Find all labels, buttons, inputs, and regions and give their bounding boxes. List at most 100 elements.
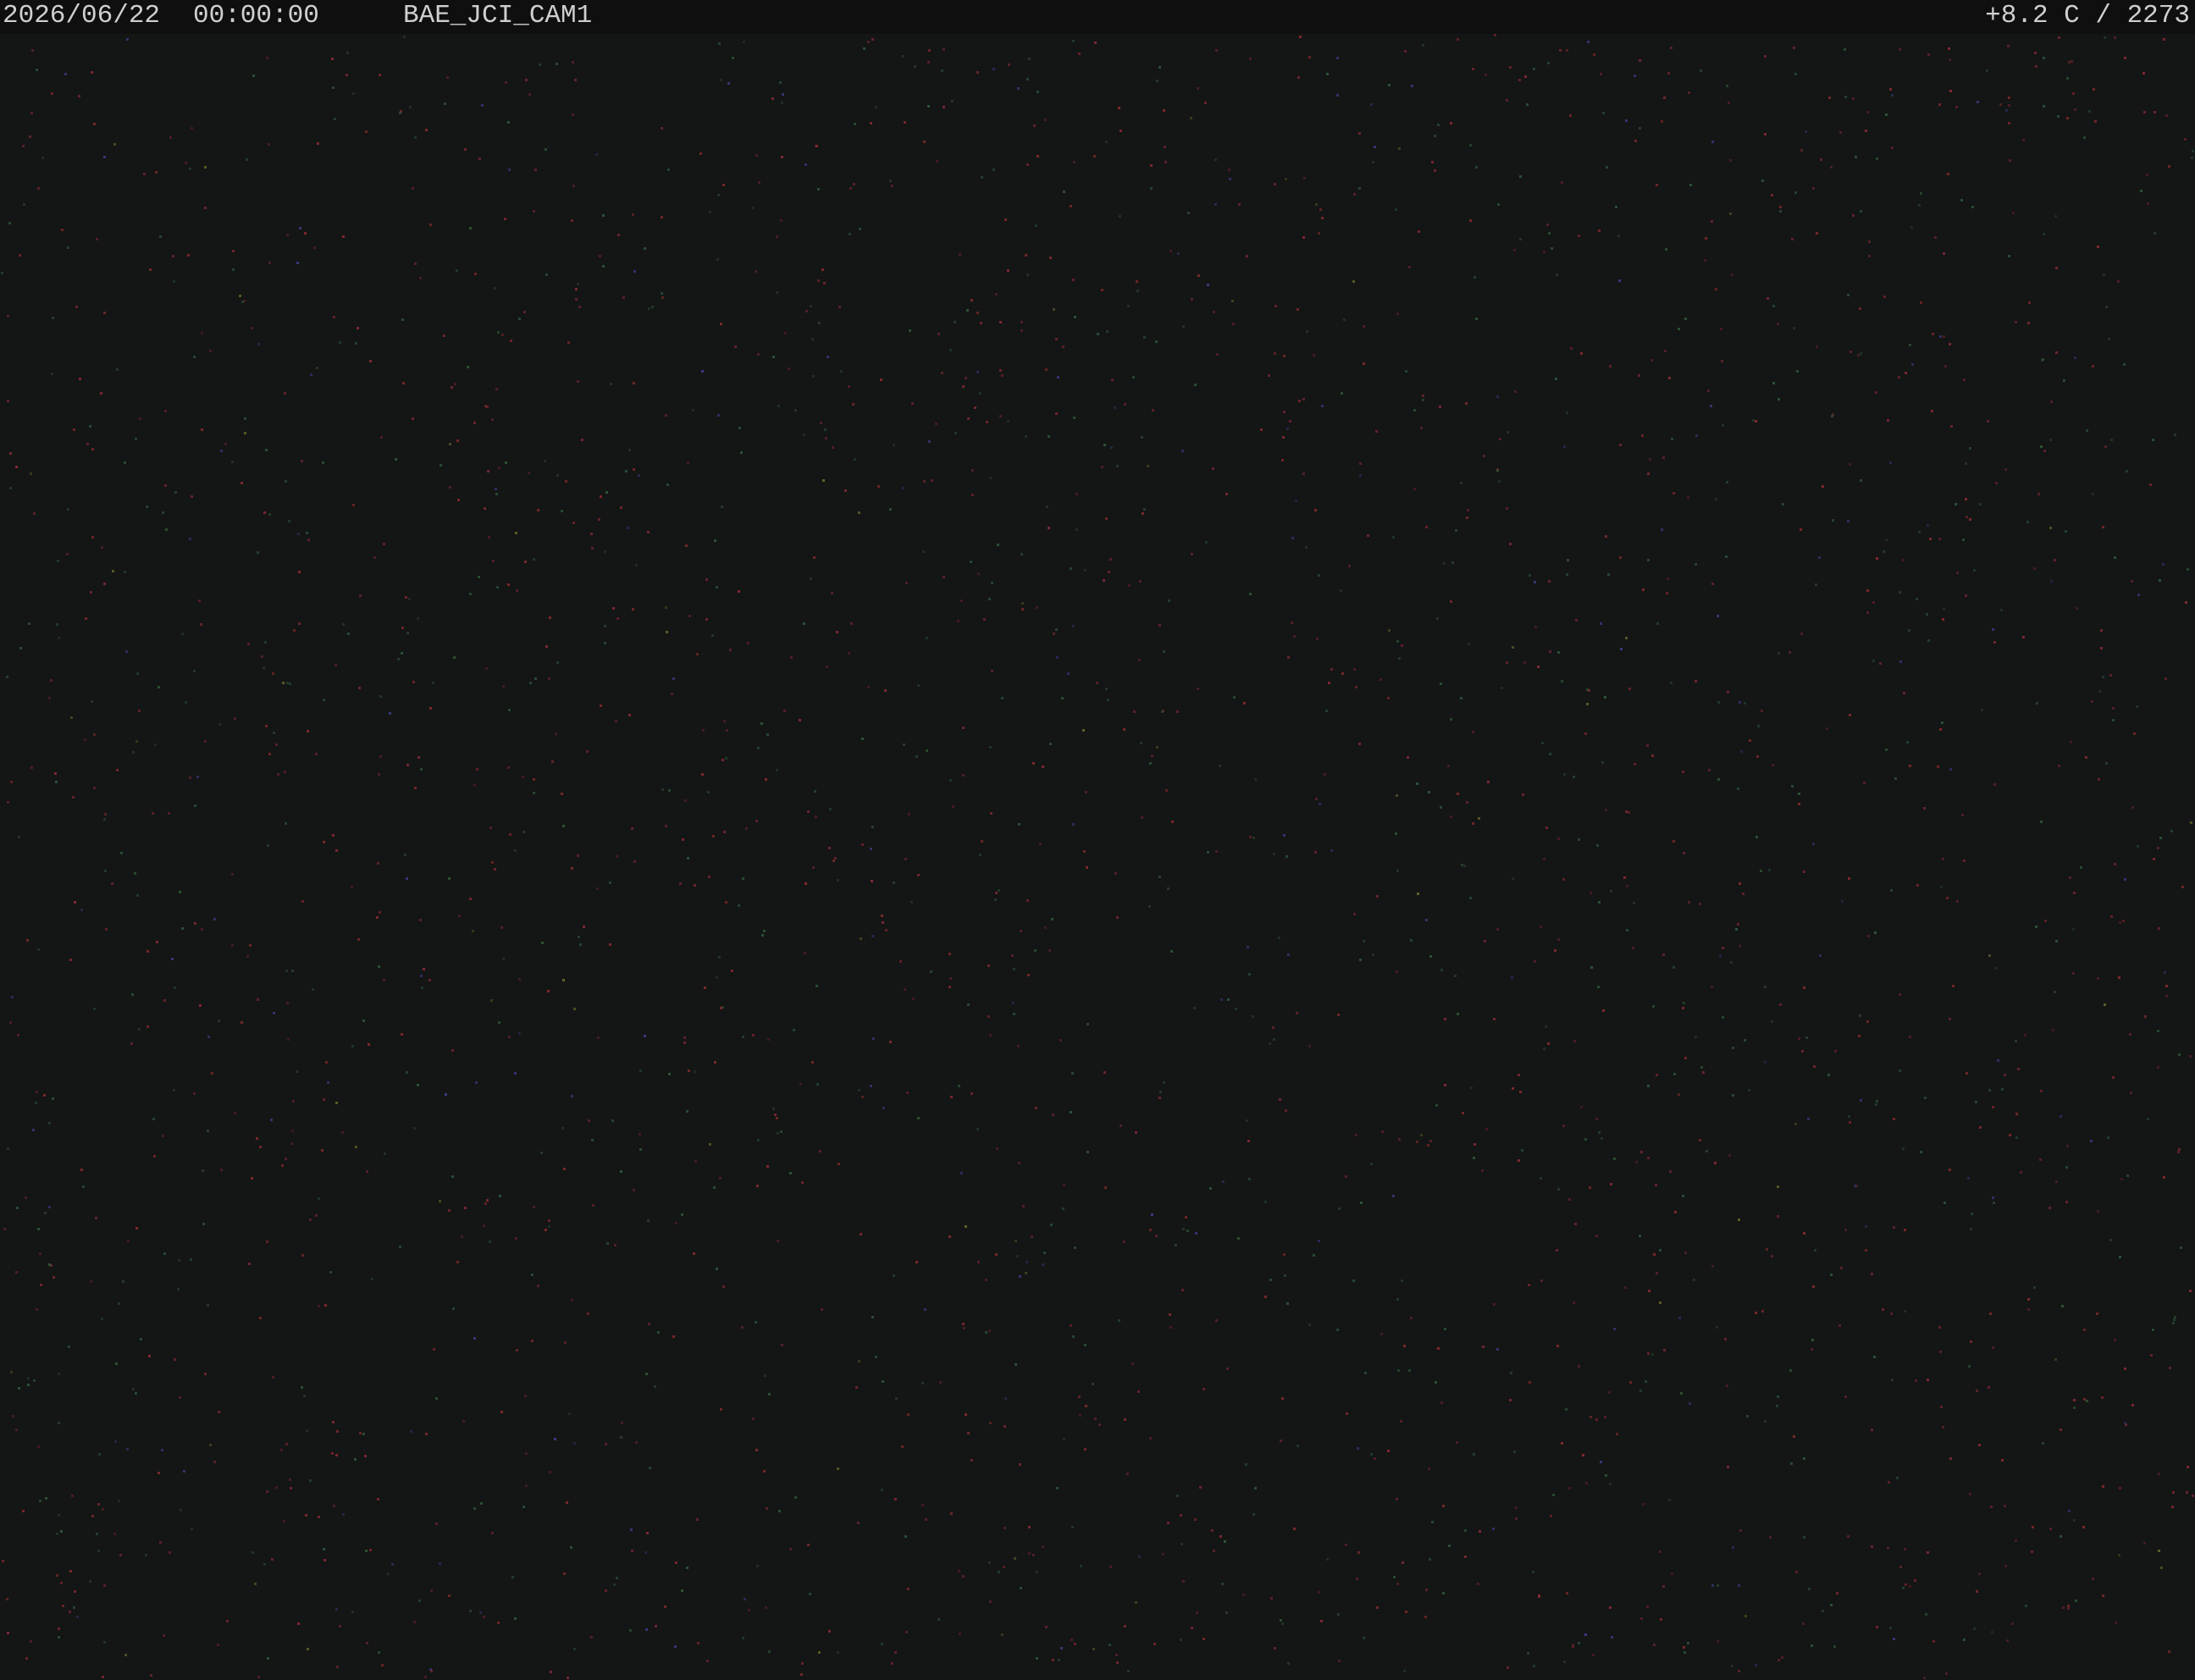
noise-speck	[323, 1098, 325, 1101]
noise-speck	[923, 480, 926, 483]
noise-speck	[2086, 429, 2088, 432]
noise-speck	[547, 990, 550, 992]
noise-speck	[1909, 344, 1911, 346]
noise-speck	[102, 1676, 104, 1678]
noise-speck	[1284, 1274, 1286, 1277]
noise-speck	[726, 729, 728, 732]
noise-speck	[346, 74, 348, 76]
noise-speck	[1028, 1552, 1031, 1555]
noise-speck	[629, 1629, 632, 1632]
noise-speck	[1281, 459, 1284, 461]
noise-speck	[79, 378, 81, 380]
noise-speck	[1473, 1157, 1475, 1159]
noise-speck	[220, 450, 223, 452]
noise-speck	[332, 1421, 335, 1423]
noise-speck	[780, 1130, 782, 1133]
noise-speck	[1466, 517, 1468, 519]
noise-speck	[185, 162, 187, 164]
noise-speck	[861, 1096, 864, 1098]
noise-speck	[1370, 1453, 1373, 1456]
noise-speck	[271, 1558, 274, 1561]
noise-speck	[194, 922, 196, 925]
noise-speck	[911, 402, 914, 405]
noise-speck	[1683, 852, 1685, 854]
noise-speck	[602, 265, 605, 268]
noise-speck	[2147, 1118, 2149, 1120]
noise-speck	[578, 936, 580, 938]
noise-speck	[74, 901, 76, 904]
noise-speck	[2006, 1639, 2009, 1642]
noise-speck	[970, 1459, 973, 1462]
noise-speck	[80, 1169, 83, 1171]
noise-speck	[1062, 345, 1064, 348]
noise-speck	[924, 1308, 926, 1311]
noise-speck	[1293, 1528, 1296, 1530]
noise-speck	[995, 892, 998, 894]
noise-speck	[2103, 274, 2105, 276]
noise-speck	[1410, 1317, 1413, 1319]
noise-speck	[1925, 1613, 1927, 1616]
noise-speck	[502, 685, 505, 688]
noise-speck	[9, 452, 12, 455]
noise-speck	[1225, 493, 1228, 495]
noise-speck	[2114, 1339, 2116, 1341]
noise-speck	[413, 1127, 416, 1130]
noise-speck	[1280, 1440, 1282, 1442]
noise-speck	[461, 1235, 463, 1238]
noise-speck	[891, 185, 893, 187]
noise-speck	[702, 729, 705, 732]
noise-speck	[84, 738, 86, 741]
noise-speck	[573, 1442, 576, 1445]
noise-speck	[907, 1413, 910, 1416]
noise-speck	[379, 911, 381, 914]
noise-speck	[286, 234, 289, 236]
noise-speck	[1070, 1111, 1072, 1114]
noise-speck	[1074, 1246, 1076, 1249]
noise-speck	[53, 1276, 55, 1279]
noise-speck	[315, 1214, 318, 1217]
noise-speck	[674, 1645, 677, 1648]
noise-speck	[68, 1346, 70, 1348]
noise-speck	[967, 1003, 970, 1006]
noise-speck	[2112, 719, 2115, 721]
noise-speck	[401, 1033, 403, 1036]
noise-speck	[2112, 707, 2115, 710]
noise-speck	[1848, 1115, 1850, 1118]
noise-speck	[1860, 1099, 1862, 1102]
noise-speck	[169, 136, 172, 139]
noise-speck	[11, 996, 14, 998]
noise-speck	[935, 423, 937, 425]
noise-speck	[1138, 659, 1141, 661]
noise-speck	[2062, 1606, 2065, 1609]
noise-speck	[1615, 206, 1617, 208]
noise-speck	[1316, 638, 1319, 640]
noise-speck	[1586, 703, 1589, 705]
noise-speck	[2165, 114, 2168, 117]
noise-speck	[1104, 1186, 1107, 1189]
noise-speck	[36, 1308, 38, 1311]
noise-speck	[9, 487, 12, 489]
noise-speck	[1966, 1072, 1968, 1075]
noise-speck	[870, 122, 872, 124]
noise-speck	[264, 641, 267, 644]
noise-speck	[755, 1449, 758, 1451]
noise-speck	[1979, 503, 1982, 506]
noise-speck	[1779, 1003, 1782, 1006]
noise-speck	[1374, 1457, 1376, 1460]
noise-speck	[1893, 1118, 1895, 1120]
noise-speck	[572, 185, 575, 187]
noise-speck	[1771, 1020, 1773, 1023]
noise-speck	[1427, 1144, 1429, 1147]
noise-speck	[1422, 399, 1424, 401]
noise-speck	[284, 771, 286, 773]
noise-speck	[1358, 132, 1361, 135]
noise-speck	[379, 755, 382, 758]
noise-speck	[1519, 175, 1522, 178]
noise-speck	[1859, 307, 1861, 310]
noise-speck	[605, 491, 608, 494]
noise-speck	[132, 751, 135, 754]
noise-speck	[1026, 274, 1029, 276]
noise-speck	[1001, 1633, 1004, 1636]
noise-speck	[1248, 973, 1251, 975]
noise-speck	[1923, 1677, 1926, 1679]
